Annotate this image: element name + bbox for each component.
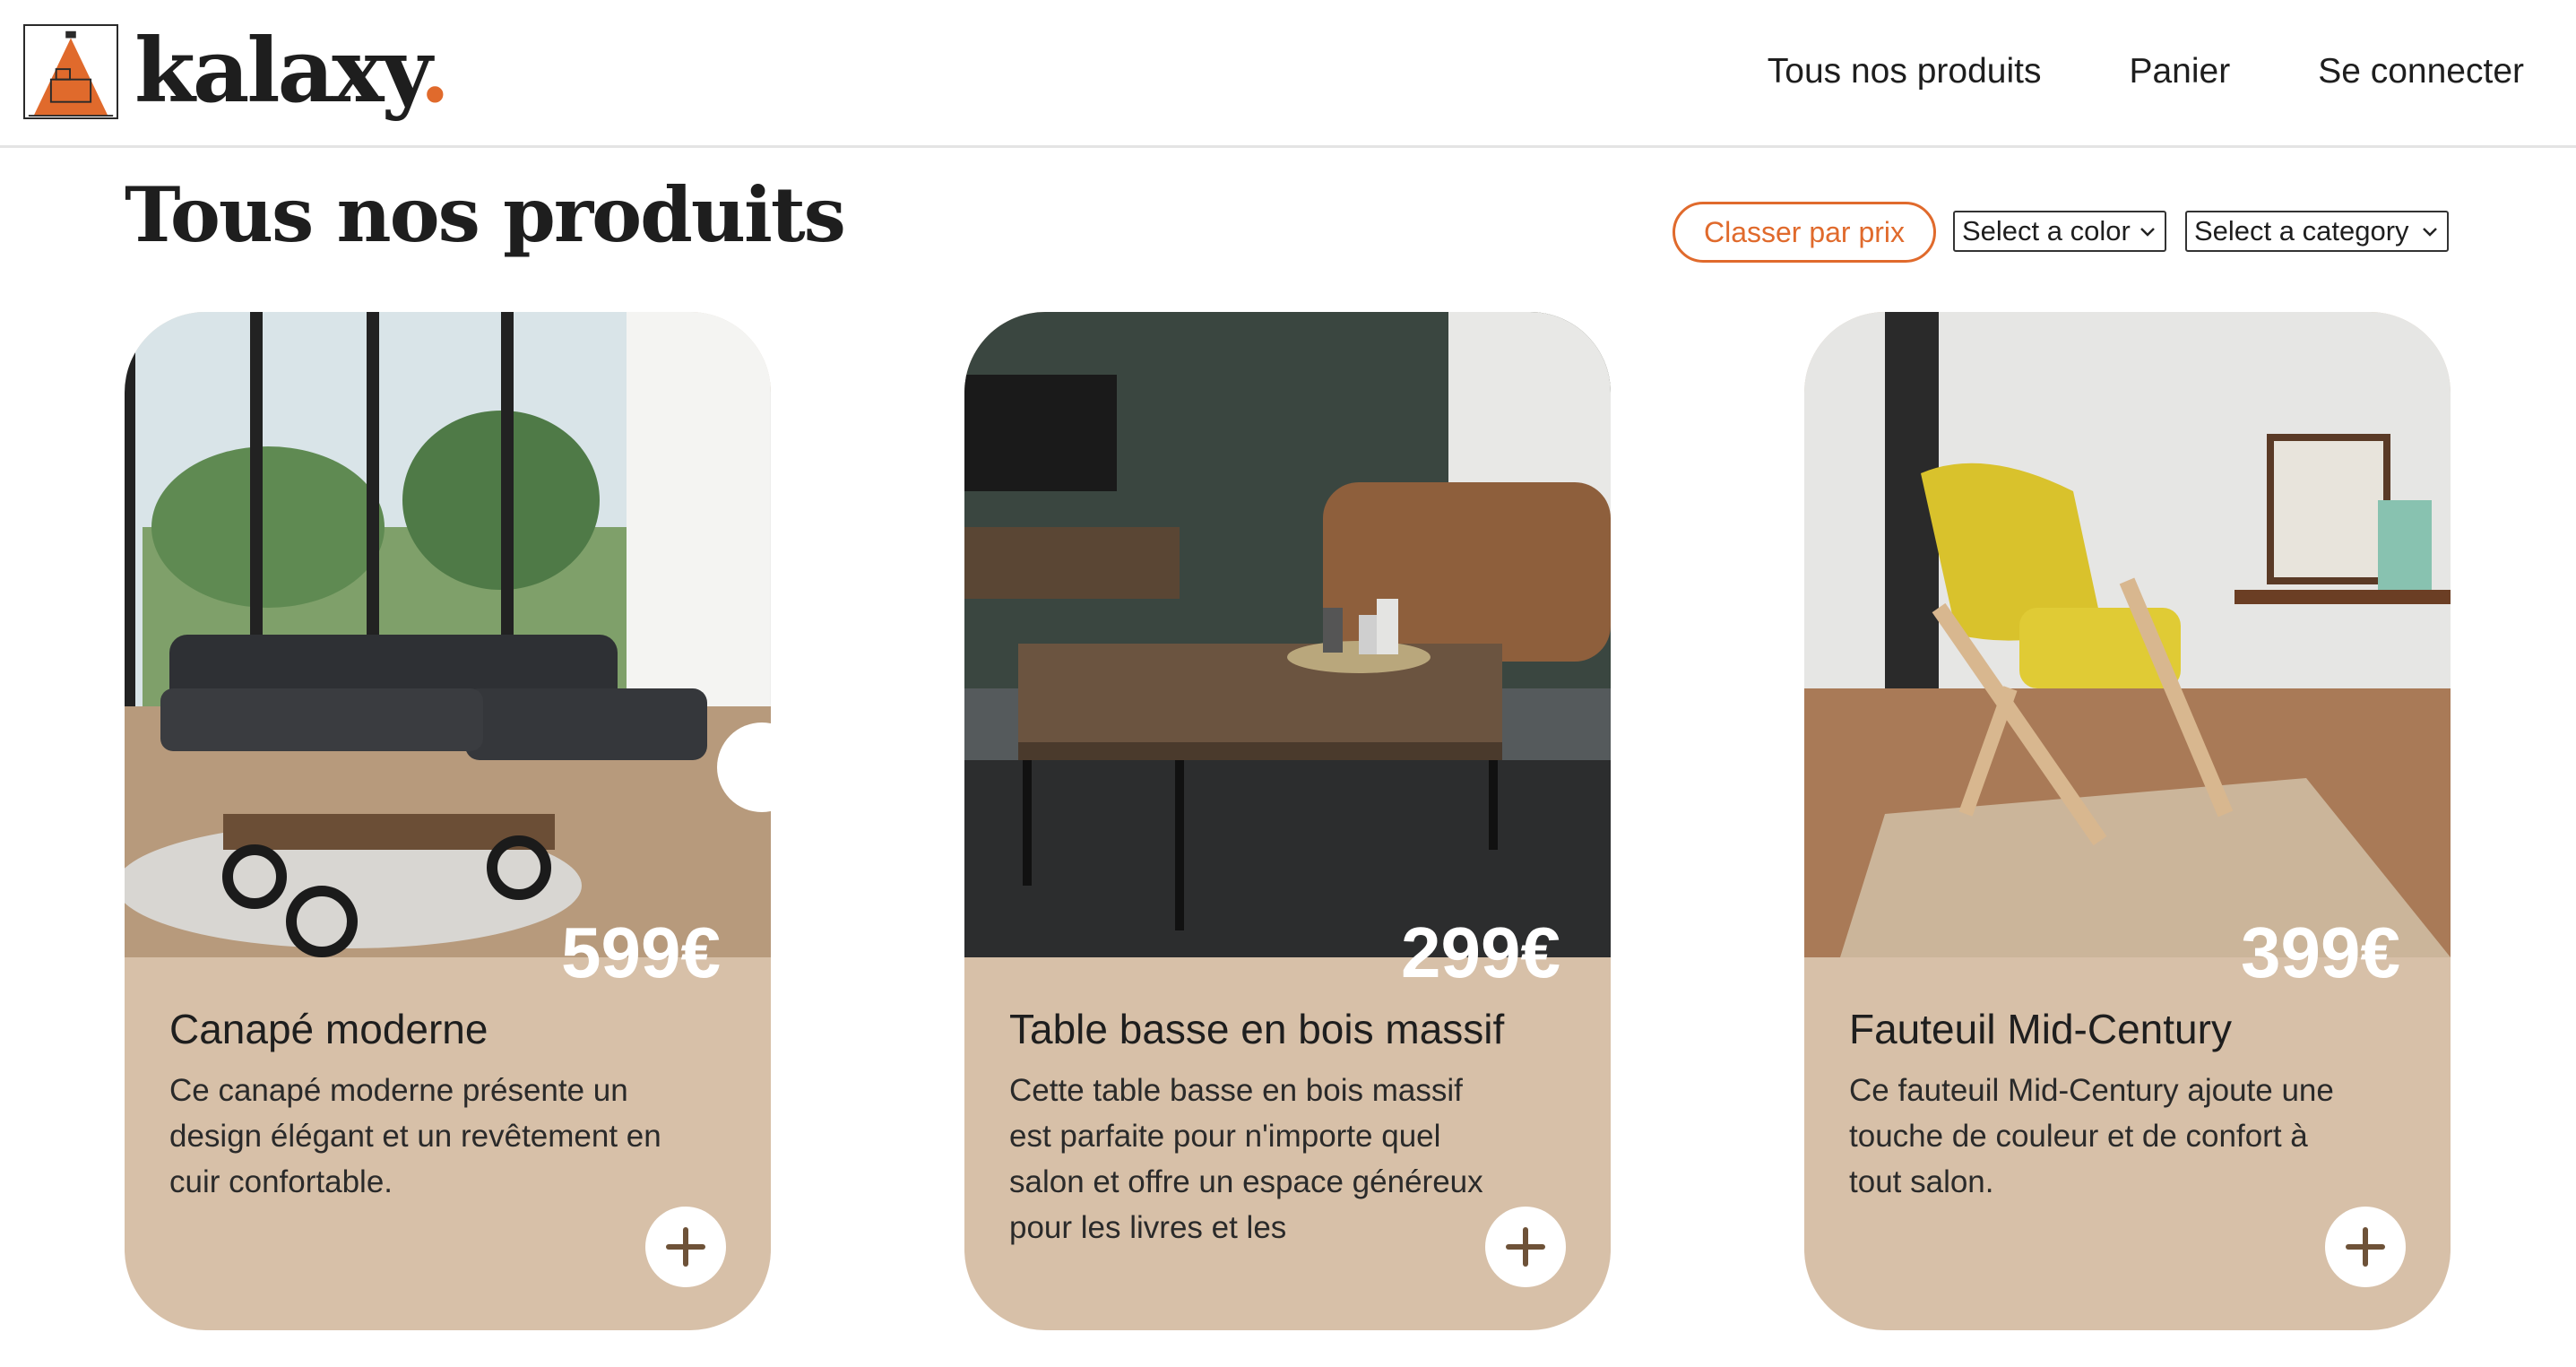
product-card[interactable]: 599€ Canapé moderne Ce canapé moderne pr… (125, 312, 771, 1330)
category-select-value: Select a category (2194, 215, 2409, 247)
logo-icon[interactable] (23, 24, 118, 119)
product-image[interactable] (964, 312, 1611, 957)
logo-dot: . (419, 20, 450, 123)
site-header: kalaxy. Tous nos produits Panier Se conn… (0, 0, 2576, 148)
page-title: Tous nos produits (125, 170, 846, 259)
color-select-value: Select a color (1962, 215, 2131, 247)
plus-icon (1506, 1227, 1545, 1267)
add-to-cart-button[interactable] (1485, 1207, 1566, 1287)
product-name: Canapé moderne (169, 1006, 488, 1052)
main-nav: Tous nos produits Panier Se connecter (1768, 45, 2524, 99)
plus-icon (666, 1227, 705, 1267)
nav-all-products[interactable]: Tous nos produits (1768, 45, 2042, 99)
product-card[interactable]: 299€ Table basse en bois massif Cette ta… (964, 312, 1611, 1330)
product-price: 399€ (2241, 913, 2400, 992)
chevron-down-icon (2140, 228, 2155, 237)
sort-by-price-button[interactable]: Classer par prix (1673, 202, 1936, 263)
logo-wordmark[interactable]: kalaxy. (134, 18, 450, 125)
category-select[interactable]: Select a category (2185, 211, 2449, 252)
product-description: Cette table basse en bois massif est par… (1009, 1073, 1483, 1245)
add-to-cart-button[interactable] (2325, 1207, 2406, 1287)
product-card[interactable]: 399€ Fauteuil Mid-Century Ce fauteuil Mi… (1804, 312, 2451, 1330)
product-price: 299€ (1401, 913, 1560, 992)
product-description: Ce canapé moderne présente un design élé… (169, 1073, 661, 1199)
product-image[interactable] (125, 312, 771, 957)
nav-login[interactable]: Se connecter (2318, 45, 2524, 99)
chevron-down-icon (2423, 228, 2437, 237)
product-name: Table basse en bois massif (1009, 1006, 1505, 1052)
product-description: Ce fauteuil Mid-Century ajoute une touch… (1849, 1073, 2334, 1199)
add-to-cart-button[interactable] (645, 1207, 726, 1287)
nav-cart[interactable]: Panier (2129, 45, 2230, 99)
logo-text: kalaxy (134, 20, 422, 123)
product-price: 599€ (561, 913, 721, 992)
color-select[interactable]: Select a color (1953, 211, 2166, 252)
product-name: Fauteuil Mid-Century (1849, 1006, 2232, 1052)
plus-icon (2346, 1227, 2385, 1267)
product-image[interactable] (1804, 312, 2451, 957)
